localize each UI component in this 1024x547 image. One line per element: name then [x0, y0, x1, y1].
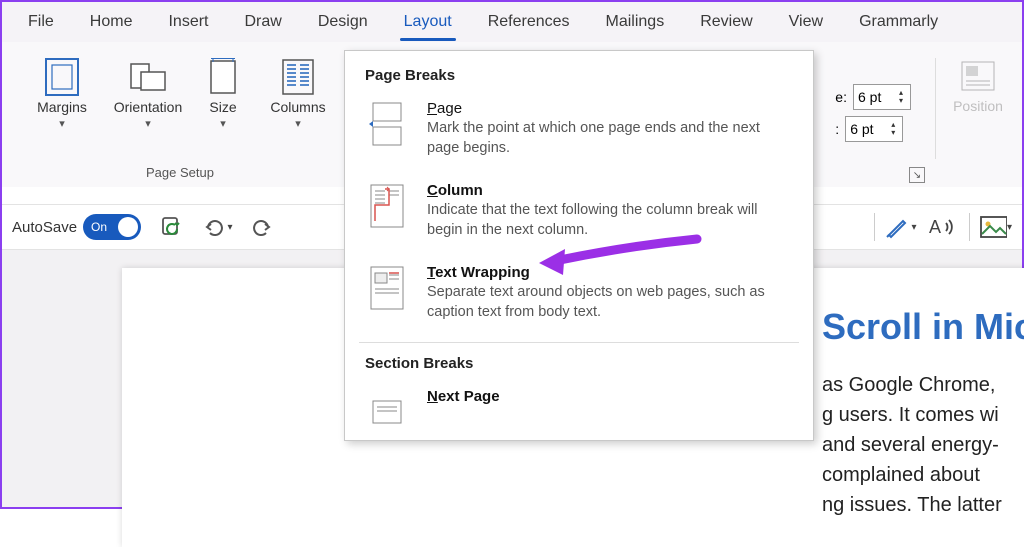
tab-grammarly[interactable]: Grammarly	[841, 5, 956, 39]
redo-button[interactable]	[247, 211, 279, 243]
tab-mailings[interactable]: Mailings	[588, 5, 683, 39]
size-icon	[203, 57, 243, 97]
menu-section-page-breaks: Page Breaks	[345, 61, 813, 92]
chevron-down-icon: ▾	[59, 117, 65, 130]
columns-icon	[278, 57, 318, 97]
menu-item-title: Column	[427, 182, 787, 199]
autosave-toggle[interactable]: On	[83, 214, 141, 240]
document-body-line: g users. It comes wi	[822, 400, 1024, 430]
group-label-page-setup: Page Setup	[146, 159, 214, 186]
spacing-after-input[interactable]	[845, 116, 903, 142]
chevron-down-icon: ▾	[228, 222, 233, 233]
orientation-icon	[128, 57, 168, 97]
chevron-down-icon: ▾	[220, 117, 226, 130]
svg-text:A: A	[929, 217, 941, 237]
document-body-line: complained about	[822, 460, 1024, 490]
position-label: Position	[953, 98, 1003, 114]
column-break-icon	[365, 182, 409, 230]
columns-button[interactable]: Columns ▾	[259, 53, 337, 134]
document-body-line: as Google Chrome,	[822, 370, 1024, 400]
undo-button[interactable]: ▾	[201, 211, 233, 243]
tab-review[interactable]: Review	[682, 5, 770, 39]
menu-item-desc: Separate text around objects on web page…	[427, 283, 787, 322]
tab-insert[interactable]: Insert	[150, 5, 226, 39]
document-body-line: ng issues. The latter	[822, 490, 1024, 520]
breaks-dropdown-menu: Page Breaks Page Mark the point at which…	[344, 50, 814, 441]
spacing-before-field[interactable]: e: ▴▾	[835, 84, 903, 110]
tab-file[interactable]: File	[10, 5, 72, 39]
menu-item-title: Page	[427, 100, 787, 117]
chevron-down-icon: ▾	[1007, 222, 1012, 233]
sync-button[interactable]	[155, 211, 187, 243]
chevron-down-icon: ▾	[145, 117, 151, 130]
group-arrange: Position	[942, 52, 1008, 187]
menu-item-page-break[interactable]: Page Mark the point at which one page en…	[345, 92, 813, 174]
group-page-setup: Margins ▾ Orientation ▾ Size ▾	[16, 52, 344, 187]
margins-label: Margins	[37, 99, 87, 115]
size-label: Size	[209, 99, 236, 115]
orientation-label: Orientation	[114, 99, 182, 115]
orientation-button[interactable]: Orientation ▾	[109, 53, 187, 134]
document-body-line: and several energy-	[822, 430, 1024, 460]
paragraph-dialog-launcher[interactable]: ↘	[909, 167, 925, 183]
tab-draw[interactable]: Draw	[226, 5, 299, 39]
menu-item-next-page-break[interactable]: Next Page	[345, 380, 813, 440]
margins-icon	[42, 57, 82, 97]
page-break-icon	[365, 100, 409, 148]
tab-view[interactable]: View	[771, 5, 841, 39]
columns-label: Columns	[270, 99, 325, 115]
position-icon	[958, 56, 998, 96]
tab-design[interactable]: Design	[300, 5, 386, 39]
document-heading: Scroll in Mic	[822, 306, 1024, 348]
menu-item-title: Next Page	[427, 388, 500, 405]
menu-item-title: Text Wrapping	[427, 264, 787, 281]
tab-layout[interactable]: Layout	[386, 5, 470, 39]
picture-button[interactable]: ▾	[980, 211, 1012, 243]
tab-references[interactable]: References	[470, 5, 588, 39]
autosave-label: AutoSave	[12, 219, 77, 236]
tab-home[interactable]: Home	[72, 5, 151, 39]
size-button[interactable]: Size ▾	[195, 53, 251, 134]
menu-item-desc: Mark the point at which one page ends an…	[427, 119, 787, 158]
editor-pen-button[interactable]: ▾	[885, 211, 917, 243]
position-button[interactable]: Position	[948, 52, 1008, 118]
menu-item-desc: Indicate that the text following the col…	[427, 201, 787, 240]
margins-button[interactable]: Margins ▾	[23, 53, 101, 134]
spacing-after-field[interactable]: : ▴▾	[835, 116, 903, 142]
menu-section-section-breaks: Section Breaks	[345, 349, 813, 380]
read-aloud-button[interactable]: A	[927, 211, 959, 243]
ribbon-tabs-bar: File Home Insert Draw Design Layout Refe…	[2, 2, 1022, 42]
menu-item-text-wrapping-break[interactable]: Text Wrapping Separate text around objec…	[345, 256, 813, 338]
spacing-before-input[interactable]	[853, 84, 911, 110]
text-wrapping-icon	[365, 264, 409, 312]
next-page-break-icon	[365, 388, 409, 436]
chevron-down-icon: ▾	[295, 117, 301, 130]
menu-item-column-break[interactable]: Column Indicate that the text following …	[345, 174, 813, 256]
chevron-down-icon: ▾	[911, 222, 916, 233]
